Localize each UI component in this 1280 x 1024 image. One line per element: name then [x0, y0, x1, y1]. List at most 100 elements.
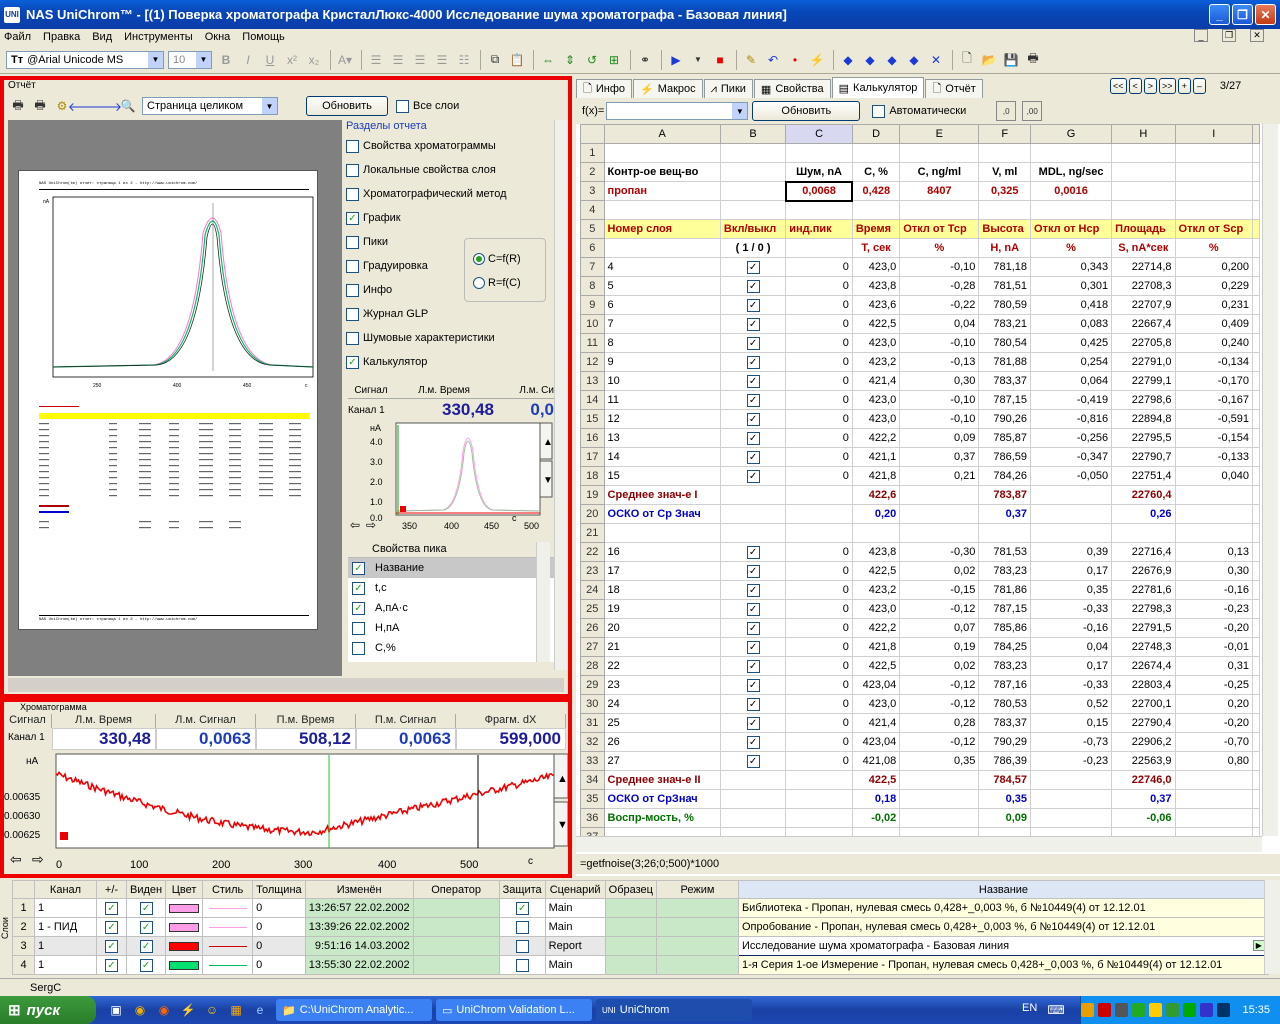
layers-column-header[interactable]: Изменён — [304, 880, 414, 899]
cell[interactable] — [899, 143, 980, 163]
print-report-icon[interactable]: 🖶 — [8, 96, 28, 116]
cell[interactable]: 0,31 — [1174, 656, 1254, 676]
column-header[interactable] — [1252, 124, 1260, 144]
cell[interactable] — [719, 200, 787, 220]
cell[interactable]: -0,23 — [1174, 599, 1254, 619]
cell[interactable]: -0,20 — [1174, 618, 1254, 638]
cell[interactable]: 22700,1 — [1111, 694, 1176, 714]
cell[interactable]: -0,12 — [899, 599, 980, 619]
cell[interactable]: Шум, nA — [785, 162, 853, 182]
layer-color[interactable] — [165, 917, 204, 937]
cell[interactable] — [899, 485, 980, 505]
cell[interactable]: 422,5 — [851, 656, 901, 676]
cell[interactable]: 7 — [603, 314, 721, 334]
row-header[interactable]: 7 — [580, 257, 605, 277]
integrate-icon[interactable]: ⚡ — [807, 50, 827, 70]
cell[interactable]: 787,16 — [978, 675, 1032, 695]
decimals-decrease-icon[interactable]: ,0 — [996, 101, 1017, 121]
cell[interactable]: 22563,9 — [1111, 751, 1176, 771]
layer-visible-checkbox[interactable]: ✓ — [139, 901, 153, 915]
row-header[interactable]: 13 — [580, 371, 605, 391]
cell[interactable]: -0,12 — [899, 694, 980, 714]
cell[interactable]: 0,040 — [1174, 466, 1254, 486]
layer-color[interactable] — [165, 898, 204, 918]
cell[interactable] — [978, 200, 1032, 220]
section-item[interactable]: Свойства хроматограммы — [346, 134, 550, 158]
menu-view[interactable]: Вид — [92, 31, 112, 43]
layers-column-header[interactable]: Оператор — [412, 880, 500, 899]
cell[interactable] — [1030, 808, 1113, 828]
cell[interactable]: 0,26 — [1111, 504, 1176, 524]
cell[interactable]: 423,0 — [851, 409, 901, 429]
cell[interactable]: 0 — [785, 675, 853, 695]
row-header[interactable]: 32 — [580, 732, 605, 752]
all-layers-checkbox[interactable] — [396, 99, 409, 113]
cell[interactable] — [603, 143, 721, 163]
cell[interactable]: 22667,4 — [1111, 314, 1176, 334]
cell[interactable] — [899, 808, 980, 828]
tray-icon[interactable] — [1183, 1003, 1197, 1017]
row-header[interactable]: 6 — [580, 238, 605, 258]
layer-visible-checkbox[interactable]: ✓ — [139, 939, 153, 953]
cell[interactable]: 0 — [785, 561, 853, 581]
remove-page-button[interactable]: – — [1192, 78, 1206, 94]
row-header[interactable]: 23 — [580, 561, 605, 581]
cell[interactable] — [1174, 485, 1254, 505]
cell[interactable]: 0,80 — [1174, 751, 1254, 771]
layer-visible-checkbox[interactable]: ✓ — [139, 958, 153, 972]
peak-property-checkbox[interactable] — [352, 621, 365, 635]
layer-scenario[interactable]: Report — [544, 936, 606, 956]
cell[interactable]: 0 — [785, 732, 853, 752]
cell[interactable]: 0 — [785, 276, 853, 296]
cell[interactable] — [785, 143, 853, 163]
cell[interactable]: 22791,5 — [1111, 618, 1176, 638]
cell[interactable]: 22798,3 — [1111, 599, 1176, 619]
cell[interactable]: 0,21 — [899, 466, 980, 486]
cell[interactable] — [1030, 143, 1113, 163]
cell[interactable]: -0,12 — [899, 675, 980, 695]
cell[interactable]: -0,06 — [1111, 808, 1176, 828]
cell[interactable] — [1252, 314, 1260, 334]
toggle-cell[interactable]: ✓ — [719, 371, 787, 391]
row-header[interactable]: 29 — [580, 675, 605, 695]
firefox-icon[interactable]: ◉ — [130, 1000, 150, 1020]
layer-row[interactable]: 4 1 ✓ ✓ 0 13:55:30 22.02.2002 Main 1-я Серия 1-… — [12, 955, 1269, 975]
cell[interactable]: 423,6 — [851, 295, 901, 315]
cell[interactable]: 0,09 — [978, 808, 1032, 828]
chrom-nav-right-icon[interactable]: ⇨ — [32, 851, 44, 867]
cell[interactable] — [1252, 827, 1260, 836]
tray-icon[interactable] — [1166, 1003, 1180, 1017]
cell[interactable]: 0 — [785, 599, 853, 619]
cell[interactable]: -0,70 — [1174, 732, 1254, 752]
cell[interactable]: 22714,8 — [1111, 257, 1176, 277]
subscript-icon[interactable]: x₂ — [304, 50, 324, 70]
cell[interactable] — [978, 523, 1032, 543]
cell[interactable] — [1252, 238, 1260, 258]
toggle-cell[interactable]: ✓ — [719, 314, 787, 334]
move-up-icon[interactable]: ◆ — [882, 50, 902, 70]
next-page-button[interactable]: > — [1143, 78, 1158, 94]
cell[interactable] — [785, 827, 853, 836]
cell[interactable]: -0,170 — [1174, 371, 1254, 391]
cell[interactable]: 787,15 — [978, 390, 1032, 410]
row-header[interactable]: 17 — [580, 447, 605, 467]
layer-protect-checkbox[interactable] — [515, 939, 529, 953]
toggle-cell[interactable]: ✓ — [719, 295, 787, 315]
cell[interactable]: 781,53 — [978, 542, 1032, 562]
cell[interactable] — [1252, 485, 1260, 505]
cell[interactable]: 0 — [785, 447, 853, 467]
cell[interactable]: 13 — [603, 428, 721, 448]
cell[interactable]: 785,87 — [978, 428, 1032, 448]
mdi-close-button[interactable]: ✕ — [1250, 29, 1264, 42]
cell[interactable]: -0,419 — [1030, 390, 1113, 410]
row-header[interactable]: 2 — [580, 162, 605, 182]
cell[interactable]: 0,19 — [899, 637, 980, 657]
cell[interactable]: 22 — [603, 656, 721, 676]
cell[interactable]: -0,20 — [1174, 713, 1254, 733]
cell[interactable] — [1252, 371, 1260, 391]
cell[interactable]: -0,10 — [899, 409, 980, 429]
play-menu-icon[interactable]: ▼ — [688, 50, 708, 70]
cell[interactable]: 22795,5 — [1111, 428, 1176, 448]
layer-style[interactable] — [202, 898, 254, 918]
cell[interactable]: 22707,9 — [1111, 295, 1176, 315]
